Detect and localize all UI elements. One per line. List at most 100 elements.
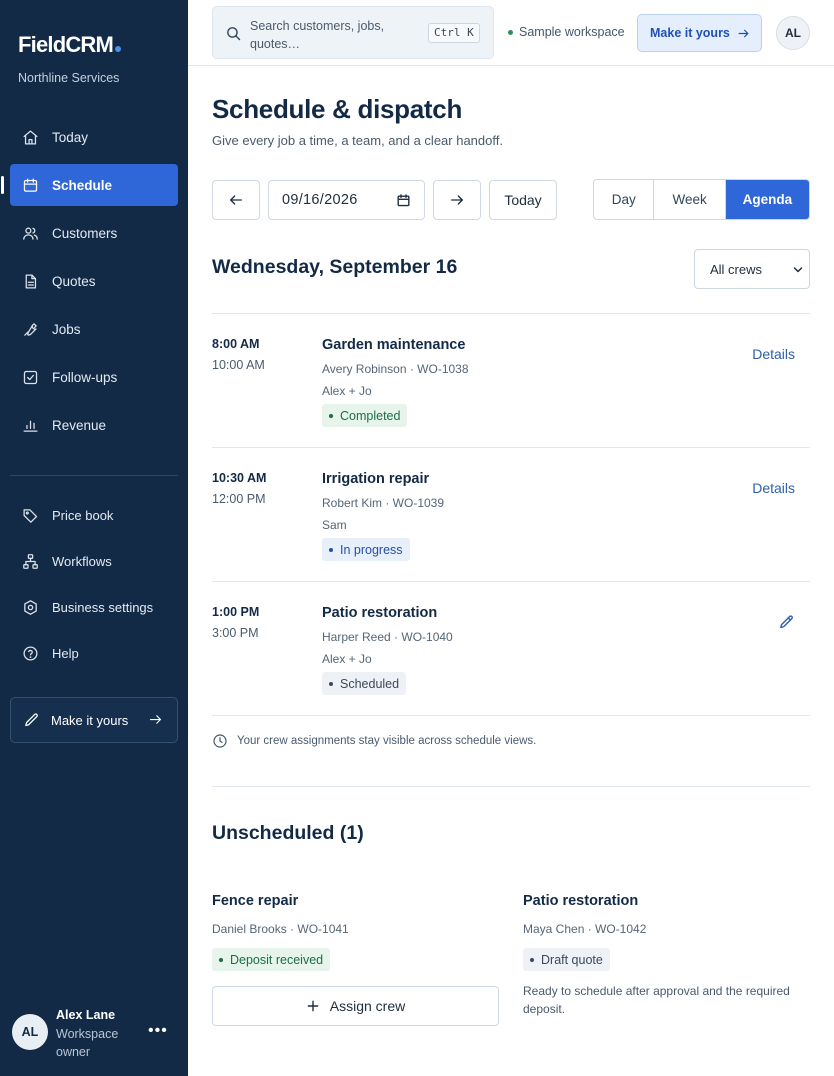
- job-title: Patio restoration: [322, 605, 438, 621]
- status-dot: [219, 957, 223, 962]
- job-meta: Harper Reed · WO-1040: [322, 630, 453, 644]
- sidebar-item-schedule[interactable]: Schedule: [1, 164, 178, 206]
- sidebar-item-business-settings[interactable]: Business settings: [10, 586, 178, 628]
- view-switcher: Day Week Agenda: [593, 179, 810, 220]
- job-meta: Robert Kim · WO-1039: [322, 496, 445, 510]
- sidebar-item-label: Jobs: [52, 321, 81, 337]
- sidebar-item-help[interactable]: Help: [10, 632, 178, 674]
- section-divider: [212, 786, 810, 787]
- job-details-link[interactable]: Details: [752, 346, 795, 362]
- date-value: 09/16/2026: [282, 192, 358, 208]
- sidebar-item-price-book[interactable]: Price book: [10, 494, 178, 536]
- previous-day-button[interactable]: [212, 180, 260, 220]
- make-it-yours-label: Make it yours: [650, 26, 730, 40]
- status-dot: [329, 681, 333, 686]
- make-it-yours-button[interactable]: Make it yours: [637, 14, 762, 52]
- job-end-time: 3:00 PM: [212, 626, 259, 640]
- help-icon: [23, 645, 38, 661]
- sidebar-item-today[interactable]: Today: [10, 116, 178, 158]
- assign-crew-button[interactable]: Assign crew: [212, 986, 499, 1026]
- sidebar-item-workflows[interactable]: Workflows: [10, 540, 178, 582]
- unscheduled-job-note: Ready to schedule after approval and the…: [523, 984, 790, 1016]
- unscheduled-job-meta: Daniel Brooks · WO-1041: [212, 922, 349, 936]
- sidebar-item-label: Revenue: [52, 417, 107, 433]
- unscheduled-job-title: Patio restoration: [523, 893, 639, 909]
- sidebar-item-label: Price book: [52, 507, 114, 523]
- user-avatar-top[interactable]: AL: [776, 16, 810, 50]
- date-input[interactable]: 09/16/2026: [268, 180, 425, 220]
- unscheduled-job-meta: Maya Chen · WO-1042: [523, 922, 647, 936]
- sidebar-item-label: Customers: [52, 225, 118, 241]
- sidebar-item-label: Follow-ups: [52, 369, 118, 385]
- brand-logo[interactable]: FieldCRM: [18, 32, 122, 58]
- chevron-down-icon: [793, 267, 803, 273]
- view-day-button[interactable]: Day: [594, 180, 655, 219]
- schedule-note-text: Your crew assignments stay visible acros…: [237, 735, 537, 747]
- job-start-time: 10:30 AM: [212, 471, 267, 485]
- sidebar-item-quotes[interactable]: Quotes: [10, 260, 178, 302]
- page-title: Schedule & dispatch: [212, 94, 463, 124]
- edit-icon[interactable]: [778, 614, 795, 631]
- sidebar-item-customers[interactable]: Customers: [10, 212, 178, 254]
- status-badge: In progress: [322, 538, 410, 561]
- job-details-link[interactable]: Details: [752, 480, 795, 496]
- status-badge: Draft quote: [523, 948, 610, 971]
- job-title: Garden maintenance: [322, 337, 466, 353]
- sidebar-item-revenue[interactable]: Revenue: [10, 404, 178, 446]
- settings-icon: [24, 599, 37, 615]
- calendar-picker-icon[interactable]: [396, 193, 411, 208]
- user-avatar[interactable]: AL: [12, 1014, 48, 1050]
- workspace-label: Sample workspace: [519, 25, 625, 39]
- agenda-divider: [212, 715, 810, 716]
- search-shortcut: Ctrl K: [428, 23, 480, 43]
- sidebar-item-label: Quotes: [52, 273, 96, 289]
- assign-crew-label: Assign crew: [329, 998, 406, 1014]
- status-badge: Completed: [322, 404, 408, 427]
- status-dot: [530, 957, 534, 962]
- sidebar: FieldCRM Northline Services Today Schedu…: [0, 0, 188, 1076]
- arrow-right-icon: [451, 195, 463, 205]
- more-options-icon[interactable]: •••: [148, 1022, 168, 1040]
- make-it-yours-sidebar-button[interactable]: Make it yours: [10, 697, 178, 743]
- status-label: Deposit received: [230, 952, 324, 967]
- status-badge: Scheduled: [322, 672, 407, 695]
- user-name: Alex Lane: [56, 1008, 116, 1022]
- job-meta: Avery Robinson · WO-1038: [322, 362, 469, 376]
- view-agenda-button[interactable]: Agenda: [725, 180, 809, 219]
- sidebar-divider: [10, 475, 178, 476]
- page-subtitle: Give every job a time, a team, and a cle…: [212, 133, 503, 148]
- sidebar-item-label: Help: [52, 645, 79, 661]
- make-it-yours-label: Make it yours: [51, 712, 129, 728]
- sidebar-item-follow-ups[interactable]: Follow-ups: [10, 356, 178, 398]
- sidebar-item-label: Today: [52, 129, 89, 145]
- workspace-indicator: Sample workspace: [508, 25, 625, 39]
- view-week-button[interactable]: Week: [654, 180, 726, 219]
- status-badge: Deposit received: [212, 948, 331, 971]
- unscheduled-job-title: Fence repair: [212, 893, 299, 909]
- organization-name: Northline Services: [18, 71, 120, 85]
- agenda-job-row: 8:00 AM 10:00 AM Garden maintenance Aver…: [212, 314, 810, 448]
- sidebar-item-label: Schedule: [52, 177, 113, 193]
- schedule-note: Your crew assignments stay visible acros…: [212, 733, 536, 749]
- document-icon: [25, 273, 37, 289]
- search-input[interactable]: Search customers, jobs, quotes… Ctrl K: [212, 6, 494, 59]
- job-start-time: 1:00 PM: [212, 605, 260, 619]
- next-day-button[interactable]: [433, 180, 481, 220]
- job-title: Irrigation repair: [322, 471, 430, 487]
- wrench-icon: [24, 322, 37, 336]
- clock-icon: [213, 734, 227, 748]
- search-icon: [227, 27, 241, 41]
- status-dot: [508, 29, 513, 35]
- sidebar-item-jobs[interactable]: Jobs: [10, 308, 178, 350]
- today-button[interactable]: Today: [489, 180, 557, 220]
- sidebar-item-label: Workflows: [52, 553, 112, 569]
- job-start-time: 8:00 AM: [212, 337, 260, 351]
- job-crew: Alex + Jo: [322, 384, 372, 398]
- arrow-right-icon: [149, 715, 162, 724]
- bar-chart-icon: [23, 420, 38, 432]
- arrow-left-icon: [230, 195, 242, 205]
- unscheduled-heading: Unscheduled (1): [212, 822, 364, 844]
- crew-filter-select[interactable]: All crews: [694, 249, 810, 289]
- status-dot: [329, 547, 333, 552]
- plus-icon: [307, 1000, 319, 1012]
